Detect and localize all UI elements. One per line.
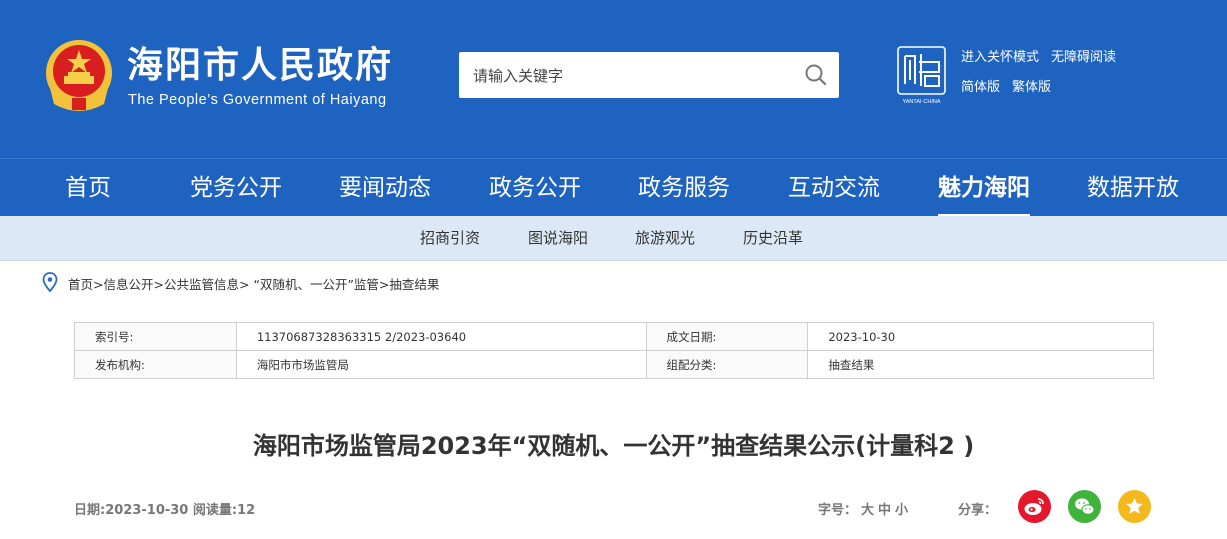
subnav-history[interactable]: 历史沿革 (743, 216, 803, 261)
nav-interaction[interactable]: 互动交流 (788, 159, 880, 217)
font-size-large[interactable]: 大 (861, 503, 874, 518)
wechat-icon (1075, 498, 1095, 515)
nav-news[interactable]: 要闻动态 (339, 159, 431, 217)
subnav-investment[interactable]: 招商引资 (420, 216, 480, 261)
meta-row: 索引号: 11370687328363315 2/2023-03640 成文日期… (74, 322, 1154, 351)
national-emblem-icon (46, 40, 112, 111)
font-size-medium[interactable]: 中 (878, 503, 891, 518)
written-date-label: 成文日期: (645, 322, 809, 351)
search-icon[interactable] (803, 62, 829, 88)
header: 海阳市人民政府 The People’s Government of Haiya… (0, 0, 1227, 158)
svg-text:YANTAI·CHINA: YANTAI·CHINA (903, 99, 941, 105)
share-favorite-button[interactable] (1118, 490, 1151, 523)
nav-gov-services[interactable]: 政务服务 (638, 159, 730, 217)
nav-charm-haiyang[interactable]: 魅力海阳 (938, 159, 1030, 217)
breadcrumb-double-random[interactable]: “双随机、一公开”监管 (253, 277, 378, 292)
site-title[interactable]: 海阳市人民政府 (127, 44, 393, 88)
publisher-label: 发布机构: (74, 350, 237, 379)
main-nav: 首页 党务公开 要闻动态 政务公开 政务服务 互动交流 魅力海阳 数据开放 (0, 158, 1227, 217)
sub-nav: 招商引资 图说海阳 旅游观光 历史沿革 (0, 216, 1227, 261)
category-value: 抽查结果 (807, 350, 1154, 379)
share-wechat-button[interactable] (1068, 490, 1101, 523)
document-meta-table: 索引号: 11370687328363315 2/2023-03640 成文日期… (74, 322, 1154, 379)
nav-home[interactable]: 首页 (65, 159, 111, 217)
written-date-value: 2023-10-30 (807, 322, 1154, 351)
breadcrumb-inspection-results[interactable]: 抽查结果 (389, 277, 439, 292)
share-label: 分享： (958, 503, 998, 518)
category-label: 组配分类: (645, 350, 809, 379)
location-pin-icon (42, 272, 58, 292)
article-date-views: 日期:2023-10-30 阅读量:12 (74, 503, 256, 518)
quick-links: 进入关怀模式 无障碍阅读 简体版 繁体版 (961, 43, 1128, 103)
article-title: 海阳市场监管局2023年“双随机、一公开”抽查结果公示(计量科2 ) (252, 432, 975, 460)
nav-party-affairs[interactable]: 党务公开 (190, 159, 282, 217)
search-input[interactable] (471, 64, 785, 88)
index-value: 11370687328363315 2/2023-03640 (235, 322, 647, 351)
subnav-photo-haiyang[interactable]: 图说海阳 (528, 216, 588, 261)
star-icon (1126, 498, 1143, 514)
share-weibo-button[interactable] (1018, 490, 1051, 523)
publisher-value: 海阳市市场监管局 (235, 350, 647, 379)
traditional-link[interactable]: 繁体版 (1012, 73, 1051, 103)
nav-gov-affairs[interactable]: 政务公开 (489, 159, 581, 217)
yantai-logo-icon: YANTAI·CHINA (897, 46, 946, 105)
font-size-control: 字号：大中小 (818, 499, 908, 518)
meta-row: 发布机构: 海阳市市场监管局 组配分类: 抽查结果 (74, 350, 1154, 379)
simplified-link[interactable]: 简体版 (961, 73, 1000, 103)
breadcrumb-home[interactable]: 首页 (68, 277, 93, 292)
care-mode-link[interactable]: 进入关怀模式 (961, 43, 1039, 73)
index-label: 索引号: (74, 322, 237, 351)
font-size-small[interactable]: 小 (895, 503, 908, 518)
search-box (459, 52, 839, 98)
nav-open-data[interactable]: 数据开放 (1087, 159, 1179, 217)
breadcrumb-info-open[interactable]: 信息公开 (104, 277, 154, 292)
site-subtitle: The People’s Government of Haiyang (128, 92, 387, 108)
font-size-label: 字号： (818, 503, 858, 518)
subnav-tourism[interactable]: 旅游观光 (635, 216, 695, 261)
weibo-icon (1024, 498, 1044, 515)
breadcrumb-public-supervision[interactable]: 公共监管信息 (164, 277, 239, 292)
accessibility-link[interactable]: 无障碍阅读 (1051, 43, 1116, 73)
